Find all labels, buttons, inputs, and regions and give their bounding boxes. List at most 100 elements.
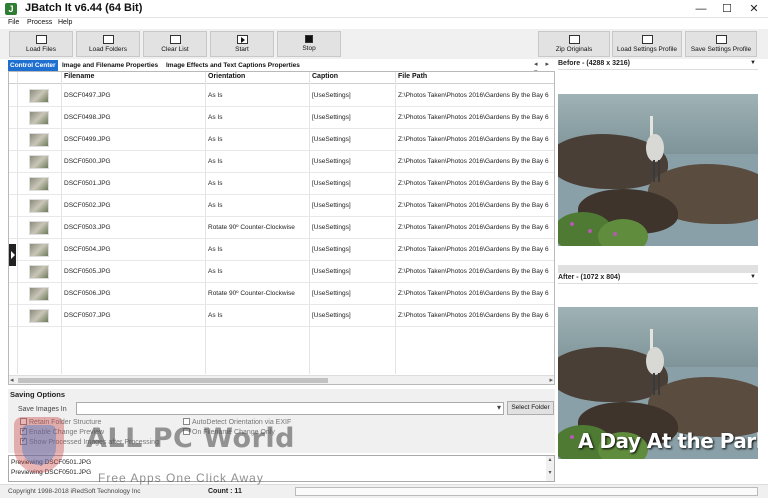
- cell-caption[interactable]: [UseSettings]: [312, 114, 392, 121]
- menu-process[interactable]: Process: [27, 19, 52, 26]
- scroll-left-icon[interactable]: ◂: [10, 376, 14, 384]
- column-filename[interactable]: Filename: [64, 73, 94, 80]
- table-row[interactable]: DSCF0502.JPG As Is [UseSettings] Z:\Photos …: [9, 195, 554, 217]
- table-row[interactable]: DSCF0501.JPG As Is [UseSettings] Z:\Photos …: [9, 173, 554, 195]
- load-settings-profile-label: Load Settings Profile: [617, 46, 677, 53]
- table-row[interactable]: DSCF0507.JPG As Is [UseSettings] Z:\Photos …: [9, 305, 554, 327]
- saving-options-title: Saving Options: [10, 390, 66, 399]
- close-button[interactable]: ✕: [740, 0, 768, 18]
- minimize-button[interactable]: —: [687, 0, 715, 18]
- cell-caption[interactable]: [UseSettings]: [312, 312, 392, 319]
- select-folder-button[interactable]: Select Folder: [507, 401, 554, 415]
- app-icon: J: [5, 3, 17, 15]
- cell-filename: DSCF0497.JPG: [64, 92, 111, 99]
- save-settings-profile-button[interactable]: Save Settings Profile: [685, 31, 757, 57]
- save-settings-profile-label: Save Settings Profile: [690, 46, 752, 53]
- cell-caption[interactable]: [UseSettings]: [312, 290, 392, 297]
- load-files-label: Load Files: [26, 46, 56, 53]
- before-preview-label: Before - (4288 x 3216): [558, 60, 630, 67]
- cell-filename: DSCF0505.JPG: [64, 268, 111, 275]
- image-icon: [35, 35, 47, 44]
- cell-orientation[interactable]: Rotate 90º Counter-Clockwise: [208, 290, 306, 297]
- cell-orientation[interactable]: As Is: [208, 114, 306, 121]
- load-folders-label: Load Folders: [89, 46, 127, 53]
- scroll-right-icon[interactable]: ▸: [549, 376, 553, 384]
- cell-orientation[interactable]: As Is: [208, 158, 306, 165]
- cell-filename: DSCF0507.JPG: [64, 312, 111, 319]
- cell-caption[interactable]: [UseSettings]: [312, 202, 392, 209]
- table-row[interactable]: DSCF0497.JPG As Is [UseSettings] Z:\Photos …: [9, 85, 554, 107]
- cell-orientation[interactable]: As Is: [208, 202, 306, 209]
- tab-image-filename-properties[interactable]: Image and Filename Properties: [60, 60, 160, 71]
- cell-caption[interactable]: [UseSettings]: [312, 268, 392, 275]
- maximize-button[interactable]: ☐: [713, 0, 741, 18]
- cell-caption[interactable]: [UseSettings]: [312, 158, 392, 165]
- table-row[interactable]: DSCF0498.JPG As Is [UseSettings] Z:\Photos …: [9, 107, 554, 129]
- cell-orientation[interactable]: As Is: [208, 312, 306, 319]
- after-dropdown-icon[interactable]: ▼: [750, 274, 756, 280]
- thumbnail-image: [29, 199, 49, 213]
- log-box[interactable]: Previewing DSCF0501.JPG Previewing DSCF0…: [8, 455, 555, 482]
- zip-icon: [568, 35, 580, 44]
- load-folders-button[interactable]: Load Folders: [76, 31, 140, 57]
- preview-splitter[interactable]: [558, 265, 758, 273]
- zip-originals-button[interactable]: Zip Originals: [538, 31, 610, 57]
- menu-file[interactable]: File: [8, 19, 19, 26]
- cell-filename: DSCF0501.JPG: [64, 180, 111, 187]
- cell-orientation[interactable]: As Is: [208, 180, 306, 187]
- table-row[interactable]: DSCF0503.JPG Rotate 90º Counter-Clockwise…: [9, 217, 554, 239]
- before-dropdown-icon[interactable]: ▼: [750, 60, 756, 66]
- stop-button[interactable]: Stop: [277, 31, 341, 57]
- clear-list-label: Clear List: [161, 46, 189, 53]
- tab-image-effects-captions[interactable]: Image Effects and Text Captions Properti…: [164, 60, 302, 71]
- copyright-text: Copyright 1998-2018 iRedSoft Technology …: [8, 488, 141, 495]
- table-row[interactable]: DSCF0504.JPG As Is [UseSettings] Z:\Photos …: [9, 239, 554, 261]
- load-files-button[interactable]: Load Files: [9, 31, 73, 57]
- cell-filename: DSCF0504.JPG: [64, 246, 111, 253]
- thumbnail-image: [29, 111, 49, 125]
- save-images-in-dropdown[interactable]: [76, 402, 504, 415]
- thumbnail-image: [29, 243, 49, 257]
- before-preview-header: Before - (4288 x 3216) ▼: [558, 60, 758, 70]
- cell-filename: DSCF0500.JPG: [64, 158, 111, 165]
- table-row[interactable]: DSCF0505.JPG As Is [UseSettings] Z:\Photos …: [9, 261, 554, 283]
- log-scrollbar[interactable]: ▴ ▾: [546, 456, 554, 481]
- cell-caption[interactable]: [UseSettings]: [312, 136, 392, 143]
- tab-control-center[interactable]: Control Center: [8, 60, 58, 71]
- cell-orientation[interactable]: As Is: [208, 136, 306, 143]
- cell-caption[interactable]: [UseSettings]: [312, 224, 392, 231]
- thumbnail-image: [29, 133, 49, 147]
- cell-file-path: Z:\Photos Taken\Photos 2016\Gardens By t…: [398, 158, 549, 165]
- cell-orientation[interactable]: Rotate 90º Counter-Clockwise: [208, 224, 306, 231]
- column-orientation[interactable]: Orientation: [208, 73, 245, 80]
- cell-file-path: Z:\Photos Taken\Photos 2016\Gardens By t…: [398, 312, 549, 319]
- column-caption[interactable]: Caption: [312, 73, 338, 80]
- horizontal-scrollbar[interactable]: ◂ ▸: [9, 375, 554, 384]
- cell-orientation[interactable]: As Is: [208, 92, 306, 99]
- tab-strip: Control Center Image and Filename Proper…: [8, 60, 555, 76]
- cell-orientation[interactable]: As Is: [208, 246, 306, 253]
- cell-file-path: Z:\Photos Taken\Photos 2016\Gardens By t…: [398, 224, 549, 231]
- thumbnail-image: [29, 309, 49, 323]
- cell-caption[interactable]: [UseSettings]: [312, 92, 392, 99]
- menu-help[interactable]: Help: [58, 19, 72, 26]
- cell-file-path: Z:\Photos Taken\Photos 2016\Gardens By t…: [398, 114, 549, 121]
- table-row[interactable]: DSCF0500.JPG As Is [UseSettings] Z:\Photos …: [9, 151, 554, 173]
- load-settings-profile-button[interactable]: Load Settings Profile: [612, 31, 682, 57]
- toolbar: Load Files Load Folders Clear List Start…: [0, 29, 768, 59]
- watermark-title: ALL PC World: [86, 423, 295, 454]
- cell-caption[interactable]: [UseSettings]: [312, 246, 392, 253]
- cell-caption[interactable]: [UseSettings]: [312, 180, 392, 187]
- cell-file-path: Z:\Photos Taken\Photos 2016\Gardens By t…: [398, 180, 549, 187]
- cell-orientation[interactable]: As Is: [208, 268, 306, 275]
- table-row[interactable]: DSCF0506.JPG Rotate 90º Counter-Clockwise…: [9, 283, 554, 305]
- clear-icon: [169, 35, 181, 44]
- save-images-in-label: Save Images In: [18, 406, 67, 413]
- clear-list-button[interactable]: Clear List: [143, 31, 207, 57]
- table-row[interactable]: DSCF0499.JPG As Is [UseSettings] Z:\Photos …: [9, 129, 554, 151]
- column-file-path[interactable]: File Path: [398, 73, 427, 80]
- start-button[interactable]: Start: [210, 31, 274, 57]
- scrollbar-thumb[interactable]: [18, 378, 328, 383]
- window-title: JBatch It v6.44 (64 Bit): [25, 2, 143, 14]
- stop-label: Stop: [302, 45, 316, 52]
